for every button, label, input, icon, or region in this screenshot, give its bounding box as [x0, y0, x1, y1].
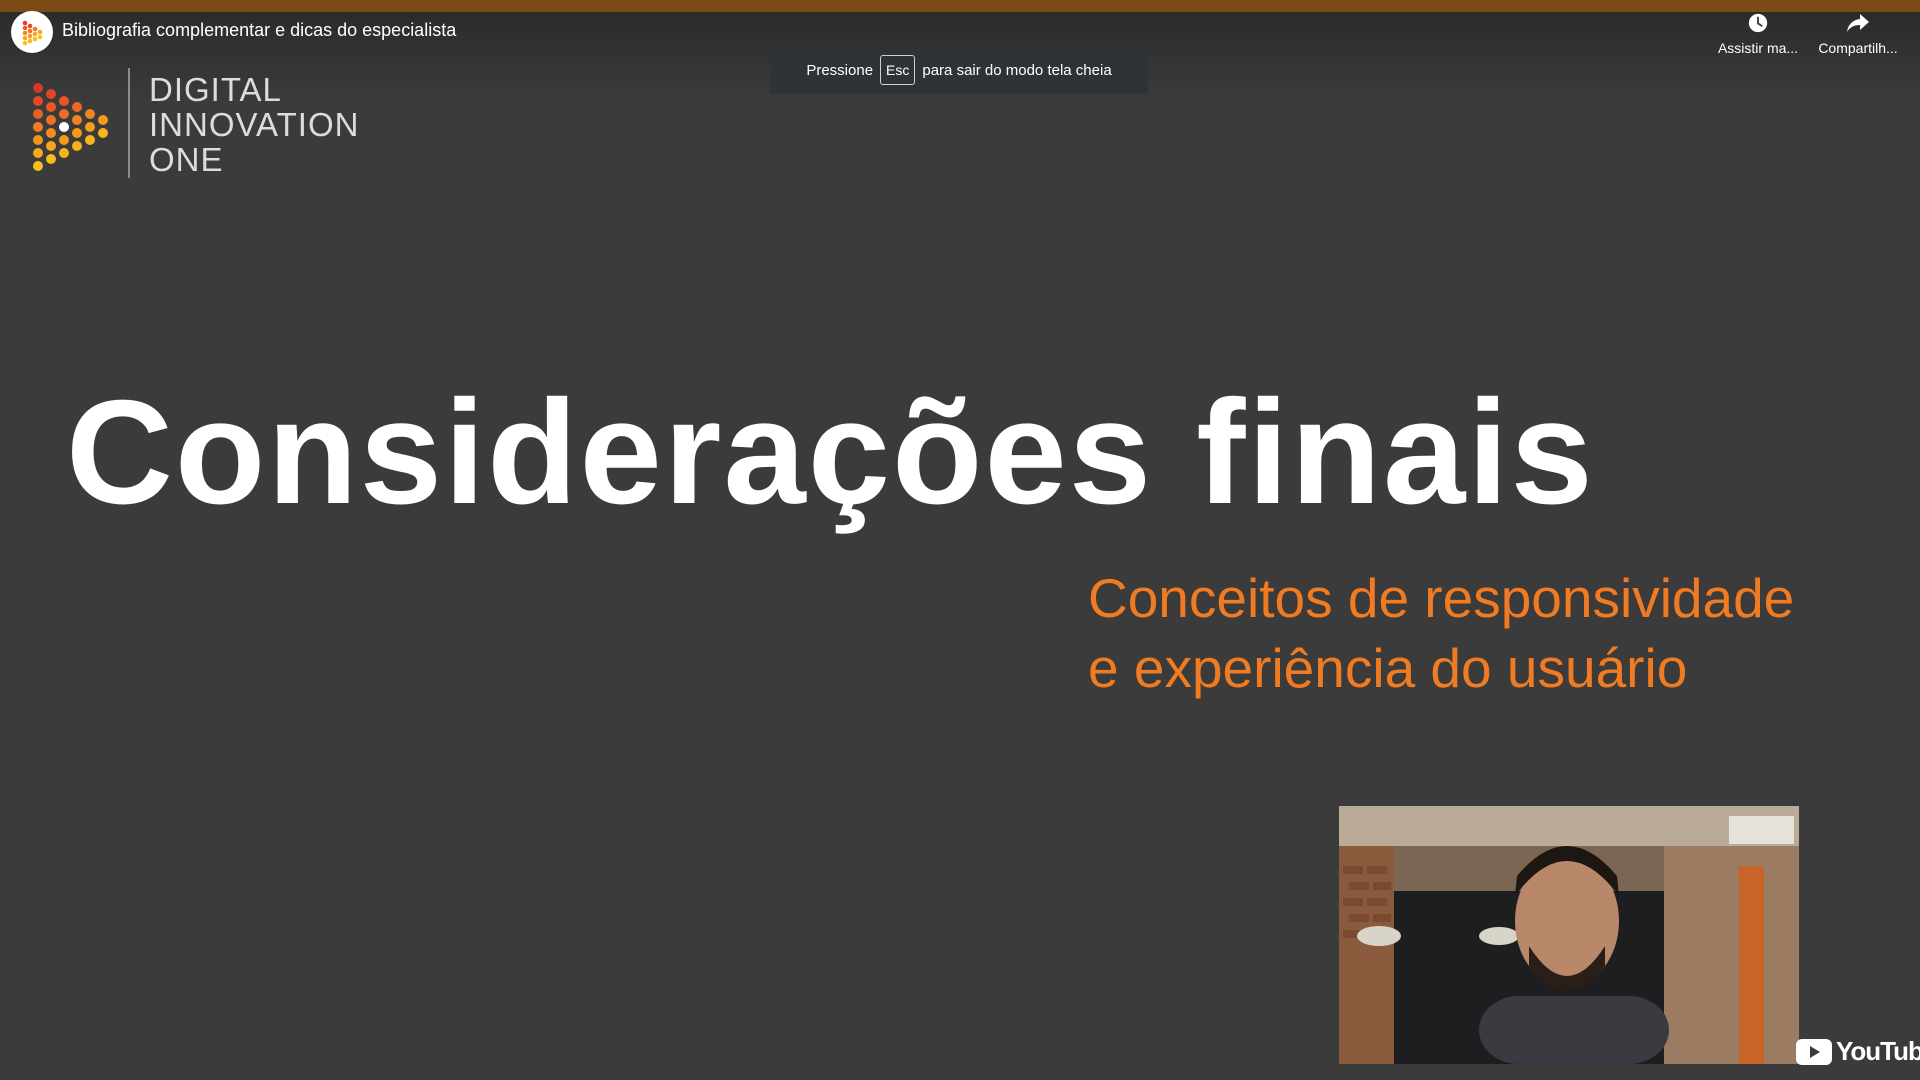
youtube-watermark[interactable]: YouTube: [1796, 1036, 1920, 1067]
clock-icon: [1748, 13, 1768, 33]
slide-subtitle-line-2: e experiência do usuário: [1088, 637, 1688, 699]
esc-key-badge: Esc: [880, 55, 916, 85]
presenter-webcam: [1339, 806, 1799, 1064]
digital-innovation-one-logo-icon: [33, 83, 108, 171]
slide-title: Considerações finais: [66, 370, 1595, 535]
top-accent-bar: [0, 0, 1920, 12]
presenter-webcam-image: [1339, 806, 1799, 1064]
toast-text-before: Pressione: [806, 61, 874, 79]
brand-line-2: INNOVATION: [149, 106, 360, 143]
fullscreen-exit-toast: Pressione Esc para sair do modo tela che…: [770, 46, 1148, 94]
diome-play-logo-icon: [22, 20, 43, 46]
watch-later-button[interactable]: Assistir ma...: [1708, 12, 1808, 56]
channel-avatar[interactable]: [11, 11, 53, 53]
brand-line-3: ONE: [149, 141, 224, 178]
slide-subtitle-line-1: Conceitos de responsividade: [1088, 567, 1795, 629]
brand-divider: [128, 68, 130, 178]
toast-text-after: para sair do modo tela cheia: [922, 61, 1112, 79]
video-title[interactable]: Bibliografia complementar e dicas do esp…: [62, 20, 456, 41]
youtube-watermark-label: YouTube: [1836, 1036, 1920, 1066]
slide-subtitle: Conceitos de responsividade e experiênci…: [1088, 563, 1794, 703]
brand-wordmark: DIGITAL INNOVATION ONE: [149, 72, 359, 177]
watch-later-label: Assistir ma...: [1717, 40, 1799, 56]
share-button[interactable]: Compartilh...: [1808, 12, 1908, 56]
share-label: Compartilh...: [1818, 40, 1898, 56]
brand-line-1: DIGITAL: [149, 71, 282, 108]
share-arrow-icon: [1847, 14, 1869, 32]
youtube-play-icon: [1796, 1038, 1832, 1065]
